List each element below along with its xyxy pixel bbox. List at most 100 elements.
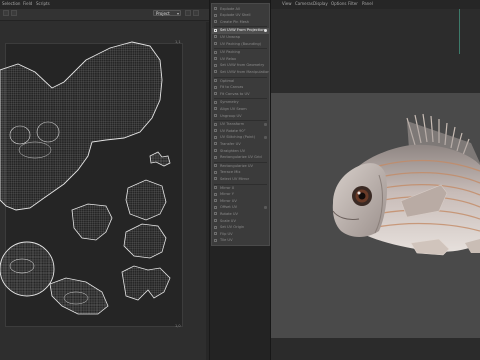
uv-island-fin[interactable] [125,179,167,221]
menu-item[interactable]: UV Packing (Bounding) [212,41,269,47]
viewport-menu-view[interactable]: View [282,1,292,6]
viewport-menu-cameras[interactable]: Cameras [295,1,313,6]
menu-item-label: Set UVW from Geometry [220,63,265,68]
command-icon [214,135,217,139]
menu-item[interactable]: Fit to Canvas [212,85,269,91]
menu-item[interactable]: UV Unwrap [212,34,269,40]
panel-divider[interactable] [209,0,210,360]
menu-item[interactable]: Straighten UV [212,148,269,154]
menu-item[interactable]: Create Pin Mesh [212,19,269,25]
command-icon [214,205,217,209]
menu-item[interactable]: Mirror UV [212,198,269,204]
menu-item-label: Fit Canvas to UV [220,91,250,96]
menu-item[interactable]: Set UVW from Geometry [212,63,269,69]
menu-item-label: Rectangularize UV Grid [220,155,262,160]
command-icon [214,92,217,96]
command-icon [214,238,217,242]
uv-island-fin[interactable] [71,203,113,241]
menu-item[interactable]: Mirror X [212,185,269,191]
menu-item[interactable]: UV Relax [212,56,269,62]
menu-item[interactable]: UV Rotate 90° [212,128,269,134]
options-icon[interactable] [264,28,267,32]
menu-item-label: Set UVW From Projection [220,28,265,33]
menu-item[interactable]: Fit Canvas to UV [212,91,269,97]
viewport-menu-options[interactable]: Options [331,1,346,6]
command-icon [214,114,217,117]
command-icon [214,170,217,174]
menu-item-label: Rotate UV [220,211,238,216]
menu-item-label: Terrace Mix [220,170,241,175]
command-icon [214,142,217,146]
viewport-menu-panel[interactable]: Panel [362,1,373,6]
command-icon [214,79,217,82]
menu-item[interactable]: Optimal [212,78,269,84]
menu-item-label: Align UV Seam [220,106,247,111]
viewport-axis-line [459,9,460,54]
menu-item-label: Create Pin Mesh [220,19,250,24]
menu-item-label: UV Rotate 90° [220,128,246,133]
menu-item[interactable]: Explode All [212,6,269,12]
menu-item[interactable]: Set UV Origin [212,225,269,231]
menu-item[interactable]: Align UV Seam [212,106,269,112]
menu-item[interactable]: UV Stitching (Point) [212,135,269,141]
menu-item-label: Explode All [220,6,240,11]
menu-item-label: UV Transform [220,122,245,127]
options-icon[interactable] [264,135,267,139]
uv-island-tail[interactable] [121,265,171,301]
menu-item[interactable]: Mirror Y [212,192,269,198]
fish-eye-highlight [357,191,361,195]
menu-item[interactable]: Symmetry [212,100,269,106]
menu-item-label: UV Packing (Bounding) [220,41,262,46]
menu-item[interactable]: Set UVW From Projection [212,27,269,34]
menu-item[interactable]: Flip UV [212,231,269,237]
menu-item[interactable]: Select UV Mirror [212,176,269,182]
command-icon [214,192,217,196]
menu-item[interactable]: Set UVW from Manipulation [212,69,269,75]
menu-item[interactable]: Rectangularize UV [212,163,269,169]
command-icon [214,177,217,181]
command-icon [214,122,217,126]
menu-item-label: Ungroup UV [220,113,242,118]
command-icon [214,85,217,89]
menu-item-label: Tile UV [220,238,233,243]
uv-island-fin[interactable] [123,223,167,259]
command-icon [214,57,217,61]
viewport-menu-display[interactable]: Display [313,1,328,6]
menu-item[interactable]: Tile UV [212,238,269,244]
menu-item[interactable]: Terrace Mix [212,170,269,176]
command-icon [214,28,217,32]
options-icon[interactable] [264,122,267,126]
command-icon [214,149,217,152]
menu-item-label: UV Stitching (Point) [220,135,256,140]
uv-island-body[interactable] [49,277,109,315]
menu-item[interactable]: Rectangularize UV Grid [212,155,269,161]
menu-item[interactable]: Scale UV [212,218,269,224]
menu-item[interactable]: Ungroup UV [212,113,269,119]
uv-island-small[interactable] [149,151,171,167]
uv-island-eye[interactable] [0,241,55,297]
uv-wireframe-islands[interactable] [0,0,209,360]
command-icon [214,232,217,236]
viewport-bottom-area [271,338,480,360]
menu-item[interactable]: Explode UV Shell [212,13,269,19]
menu-item[interactable]: Rotate UV [212,211,269,217]
menu-item-label: Flip UV [220,231,233,236]
menu-item[interactable]: UV Packing [212,50,269,56]
command-icon [214,50,217,54]
menu-item-label: Symmetry [220,100,239,105]
menu-item[interactable]: Offset UV [212,205,269,211]
command-icon [214,129,217,133]
menu-item[interactable]: UV Transform [212,122,269,128]
viewport-menu-filter[interactable]: Filter [348,1,358,6]
options-icon[interactable] [264,205,267,209]
command-icon [214,63,217,67]
command-icon [214,186,217,189]
command-icon [214,70,217,74]
command-icon [214,42,217,45]
menu-item-label: Scale UV [220,218,236,223]
command-icon [214,107,217,111]
viewport-menubar: View Cameras Display Options Filter Pane… [271,0,480,9]
fish-model[interactable] [271,93,480,338]
command-icon [214,35,217,39]
menu-item[interactable]: Transfer UV [212,141,269,147]
